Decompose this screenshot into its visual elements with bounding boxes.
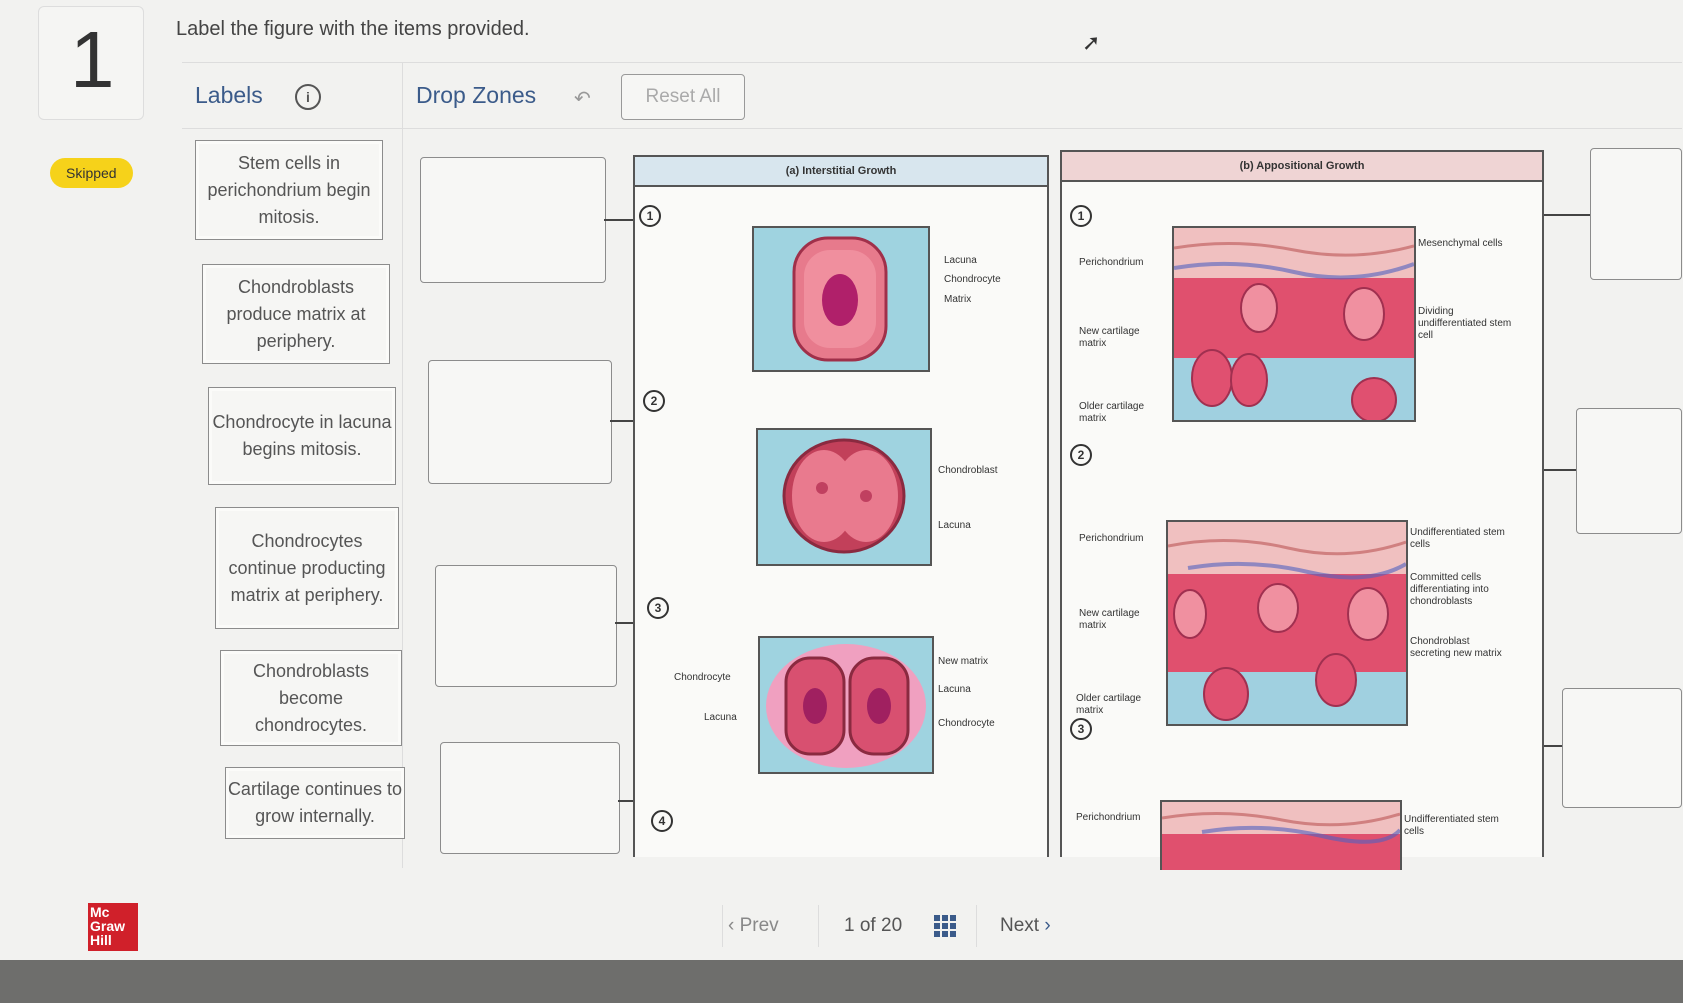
drop-zone[interactable] [435,565,617,687]
interstitial-title: (a) Interstitial Growth [635,157,1047,187]
next-label: Next [1000,915,1040,936]
label-card[interactable]: Chondrocytes continue producting matrix … [215,507,399,629]
question-prompt: Label the figure with the items provided… [176,18,530,40]
info-icon[interactable]: i [295,84,321,110]
footer-divider [976,905,977,947]
monitor-bezel [0,960,1683,1003]
figure-label: Chondroblast [938,465,998,476]
reset-all-button[interactable]: Reset All [621,74,745,120]
next-button[interactable]: Next › [1000,915,1051,937]
tissue-illustration [1160,800,1402,870]
page-total: 20 [881,915,903,936]
undo-icon[interactable]: ↶ [574,86,591,111]
figure-label: New matrix [938,656,989,667]
dropzones-header-divider [402,128,1682,129]
two-chondrocytes-svg [766,644,926,768]
mouse-cursor-icon: ➚ [1082,30,1101,55]
page-of: of [859,915,876,936]
figure-label: Perichondrium [1079,257,1144,268]
tissue-svg [1168,522,1406,724]
figure-label: Older cartilage matrix [1079,401,1145,424]
figure-label: Chondrocyte [674,672,731,683]
labels-heading: Labels [195,82,263,108]
step-number: 1 [1070,205,1092,227]
label-card[interactable]: Stem cells in perichondrium begin mitosi… [195,140,383,240]
label-card[interactable]: Chondroblasts produce matrix at peripher… [202,264,390,364]
figure-label: Lacuna [944,255,977,266]
label-card[interactable]: Chondroblasts become chondrocytes. [220,650,402,746]
chondrocyte-illustration [752,226,930,372]
figure-label: Chondroblast secreting new matrix [1410,636,1502,659]
page-current: 1 [844,915,855,936]
dividing-chondrocyte-illustration [756,428,932,566]
chondrocyte-svg [792,236,888,362]
step-number: 2 [1070,444,1092,466]
chevron-left-icon: ‹ [728,915,740,936]
tissue-svg [1162,802,1400,844]
step-number: 1 [639,205,661,227]
question-number: 1 [70,15,115,104]
appositional-title: (b) Appositional Growth [1062,152,1542,182]
screen: 1 Skipped Label the figure with the item… [0,0,1683,960]
figure-label: Committed cells differentiating into cho… [1410,572,1489,607]
dividing-chondrocyte-svg [782,438,906,554]
step-number: 3 [1070,718,1092,740]
figure-label: Chondrocyte [938,718,995,729]
drop-zone[interactable] [440,742,620,854]
tissue-illustration [1172,226,1416,422]
footer-divider [818,905,819,947]
prev-label: Prev [739,915,779,936]
figure-label: Lacuna [938,684,971,695]
prev-button[interactable]: ‹ Prev [728,915,779,937]
figure-label: Older cartilage matrix [1076,693,1142,716]
step-number: 4 [651,810,673,832]
drop-zone[interactable] [1590,148,1682,280]
mcgraw-hill-logo: Mc Graw Hill [88,903,138,951]
figure-label: Matrix [944,294,972,305]
question-grid-icon[interactable] [934,915,956,937]
figure-label: New cartilage matrix [1079,326,1140,349]
drop-zone[interactable] [428,360,612,484]
tissue-illustration [1166,520,1408,726]
figure-label: Undifferentiated stem cells [1404,814,1499,837]
figure-label: Chondrocyte [944,274,1001,285]
figure-label: New cartilage matrix [1079,608,1140,631]
footer-divider [722,905,723,947]
label-card[interactable]: Cartilage continues to grow internally. [225,767,405,839]
chevron-right-icon: › [1039,915,1051,936]
figure-label: Perichondrium [1076,812,1141,823]
drop-zone[interactable] [1562,688,1682,808]
labels-header-divider [182,128,402,129]
step-number: 2 [643,390,665,412]
skipped-badge: Skipped [50,158,133,188]
step-number: 3 [647,597,669,619]
two-chondrocytes-illustration [758,636,934,774]
figure-label: Lacuna [938,520,971,531]
drop-zone[interactable] [1576,408,1682,534]
dropzones-heading: Drop Zones [416,82,537,108]
figure-label: Perichondrium [1079,533,1144,544]
tissue-svg [1174,228,1414,420]
figure-label: Lacuna [704,712,737,723]
figure-label: Undifferentiated stem cells [1410,527,1505,550]
figure-label: Dividing undifferentiated stem cell [1418,306,1512,341]
figure-label: Mesenchymal cells [1418,238,1503,249]
drop-zone[interactable] [420,157,606,283]
column-divider [402,62,403,868]
label-card[interactable]: Chondrocyte in lacuna begins mitosis. [208,387,396,485]
page-indicator: 1 of 20 [844,915,902,937]
